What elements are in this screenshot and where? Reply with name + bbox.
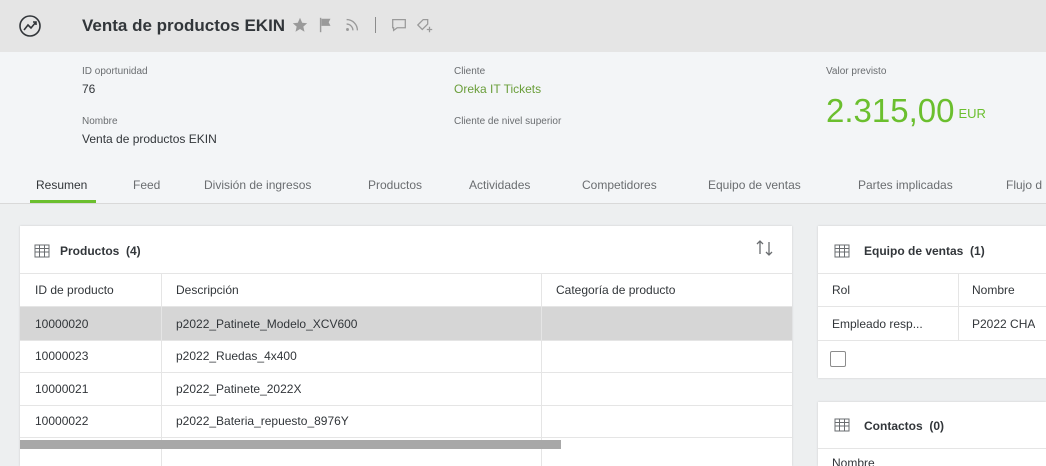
- grid-icon: [834, 244, 850, 258]
- sort-icon[interactable]: [754, 238, 776, 258]
- col-header-rol[interactable]: Rol: [832, 283, 850, 297]
- col-header-descripcion[interactable]: Descripción: [176, 283, 239, 297]
- parent-client-label: Cliente de nivel superior: [454, 116, 562, 127]
- sales-team-card: Equipo de ventas (1) Rol Nombre Empleado…: [818, 226, 1046, 378]
- flag-icon[interactable]: [317, 16, 335, 34]
- tab-equipo-ventas[interactable]: Equipo de ventas: [708, 178, 801, 192]
- expected-value-label: Valor previsto: [826, 66, 887, 77]
- tab-resumen[interactable]: Resumen: [36, 178, 87, 192]
- title-bar: Venta de productos EKIN: [0, 0, 1046, 52]
- name-label: Nombre: [82, 116, 118, 127]
- divider: [20, 405, 792, 406]
- add-row-checkbox[interactable]: [830, 351, 846, 367]
- tab-productos[interactable]: Productos: [368, 178, 422, 192]
- tab-bar: Resumen Feed División de ingresos Produc…: [0, 168, 1046, 204]
- selected-row-highlight: [20, 307, 792, 340]
- expected-value-number: 2.315,00: [826, 92, 955, 129]
- divider: [818, 273, 1046, 274]
- divider: [818, 306, 1046, 307]
- product-description: p2022_Patinete_2022X: [176, 382, 302, 396]
- title-actions: [291, 13, 434, 37]
- product-id-link[interactable]: 10000022: [35, 414, 88, 428]
- name-value: Venta de productos EKIN: [82, 132, 217, 146]
- divider: [20, 340, 792, 341]
- id-value: 76: [82, 82, 96, 96]
- divider: [20, 372, 792, 373]
- client-link[interactable]: Oreka IT Tickets: [454, 82, 541, 96]
- id-label: ID oportunidad: [82, 66, 148, 77]
- column-divider: [958, 274, 959, 340]
- products-title: Productos (4): [60, 244, 141, 258]
- tab-division-ingresos[interactable]: División de ingresos: [204, 178, 311, 192]
- tab-flujo[interactable]: Flujo d: [1006, 178, 1042, 192]
- divider: [818, 340, 1046, 341]
- product-id-link[interactable]: 10000023: [35, 349, 88, 363]
- active-tab-indicator: [30, 200, 96, 203]
- col-header-nombre[interactable]: Nombre: [972, 283, 1015, 297]
- tab-actividades[interactable]: Actividades: [469, 178, 530, 192]
- page-title: Venta de productos EKIN: [82, 16, 286, 35]
- products-card: Productos (4) ID de producto Descripción…: [20, 226, 792, 466]
- col-header-categoria[interactable]: Categoría de producto: [556, 283, 675, 297]
- star-icon[interactable]: [291, 16, 309, 34]
- grid-icon: [834, 418, 850, 432]
- product-description: p2022_Patinete_Modelo_XCV600: [176, 317, 358, 331]
- tab-feed[interactable]: Feed: [133, 178, 160, 192]
- divider: [20, 437, 792, 438]
- product-description: p2022_Bateria_repuesto_8976Y: [176, 414, 349, 428]
- col-header-id[interactable]: ID de producto: [35, 283, 114, 297]
- col-header-nombre-contacto[interactable]: Nombre: [832, 456, 875, 466]
- client-label: Cliente: [454, 66, 486, 77]
- contacts-card: Contactos (0) Nombre: [818, 402, 1046, 466]
- divider: [20, 273, 792, 274]
- grid-icon: [34, 244, 50, 258]
- sales-team-title: Equipo de ventas (1): [864, 244, 985, 258]
- contacts-title: Contactos (0): [864, 419, 945, 433]
- tab-competidores[interactable]: Competidores: [582, 178, 657, 192]
- tab-partes-implicadas[interactable]: Partes implicadas: [858, 178, 953, 192]
- horizontal-scrollbar[interactable]: [20, 440, 561, 449]
- divider: [818, 448, 1046, 449]
- app-icon: [19, 15, 41, 37]
- product-description: p2022_Ruedas_4x400: [176, 349, 297, 363]
- role-value: Empleado resp...: [832, 317, 923, 331]
- expected-value-currency: EUR: [958, 105, 986, 121]
- employee-name-link[interactable]: P2022 CHA: [972, 317, 1035, 331]
- expected-value: 2.315,00 EUR: [826, 92, 986, 130]
- tag-add-icon[interactable]: [416, 16, 434, 34]
- product-id-link[interactable]: 10000020: [35, 317, 88, 331]
- rss-icon[interactable]: [343, 16, 361, 34]
- separator: [375, 17, 376, 33]
- product-id-link[interactable]: 10000021: [35, 382, 88, 396]
- comment-icon[interactable]: [390, 16, 408, 34]
